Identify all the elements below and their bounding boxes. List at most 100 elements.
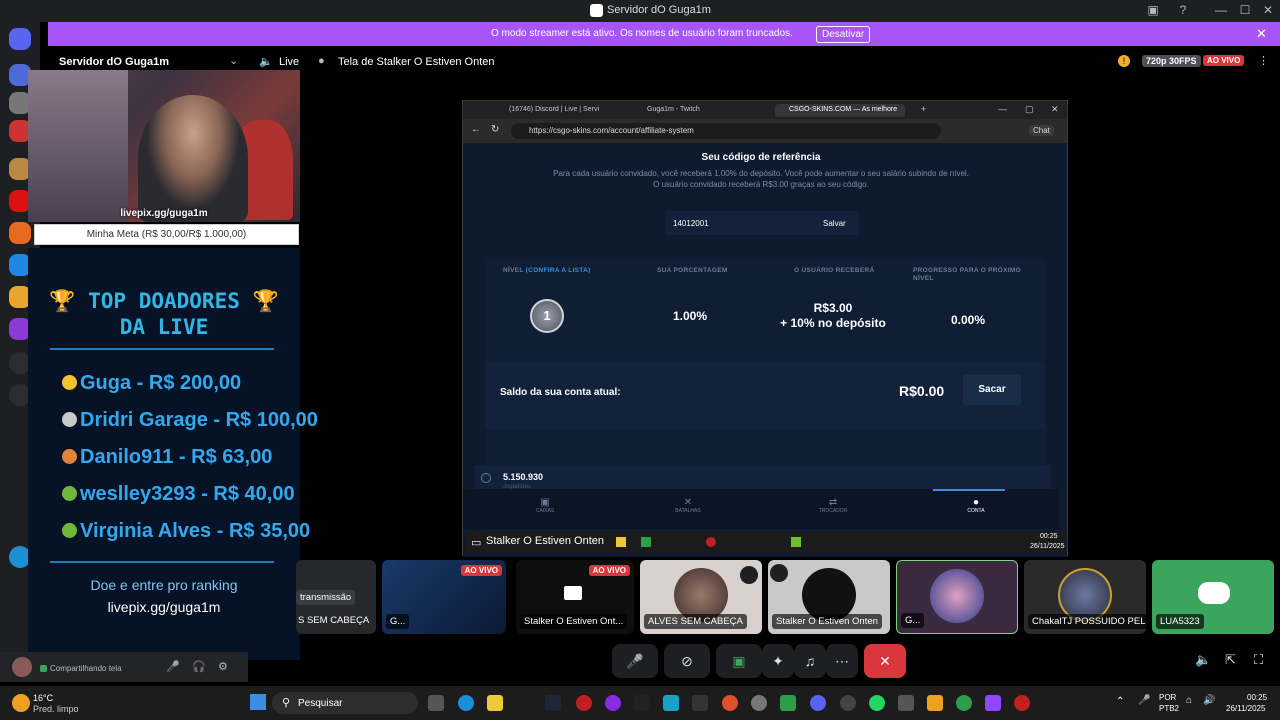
disconnect-button[interactable]: ✕ — [864, 644, 906, 678]
save-button[interactable]: Salvar — [823, 219, 846, 228]
participant-tile[interactable]: transmissão S SEM CABEÇA — [296, 560, 376, 634]
mic-tray-icon[interactable]: 🎤 — [1138, 695, 1150, 706]
activities-button[interactable]: ✦ — [762, 644, 794, 678]
app-icon[interactable] — [898, 695, 914, 711]
window-titlebar: Servidor dO Guga1m ▣ ? — ☐ ✕ — [0, 0, 1280, 22]
window-title: Servidor dO Guga1m — [607, 4, 711, 16]
app-icon[interactable] — [576, 695, 592, 711]
soundboard-button[interactable]: ♫ — [794, 644, 826, 678]
back-icon[interactable]: ← — [471, 124, 481, 135]
refresh-icon[interactable]: ↻ — [491, 124, 499, 135]
participant-tile[interactable]: AO VIVO G... — [382, 560, 506, 634]
withdraw-button[interactable]: Sacar — [963, 375, 1021, 405]
shared-clock-time: 00:25 — [1040, 533, 1058, 540]
chevron-down-icon[interactable]: ⌄ — [229, 54, 238, 67]
top-donors-panel: 🏆 TOP DOADORES 🏆 DA LIVE Guga - R$ 200,0… — [28, 248, 318, 660]
channel-name: Live — [279, 56, 300, 68]
mic-button[interactable]: 🎤 — [612, 644, 658, 678]
edge-icon[interactable] — [458, 695, 474, 711]
referral-code-input[interactable]: 14012001 — [673, 219, 709, 228]
app-icon — [641, 537, 651, 547]
new-tab-icon[interactable]: + — [921, 104, 926, 114]
chevron-down-icon[interactable] — [740, 566, 758, 584]
start-icon[interactable] — [250, 694, 266, 710]
app-icon[interactable] — [1014, 695, 1030, 711]
disable-streamer-button[interactable]: Desativar — [816, 26, 871, 43]
discord-home-icon[interactable] — [9, 28, 31, 50]
epic-games-icon[interactable] — [692, 695, 708, 711]
participant-tile[interactable]: G... — [896, 560, 1018, 634]
participant-tile[interactable]: ALVES SEM CABEÇA — [640, 560, 762, 634]
network-icon[interactable]: ⌂ — [1186, 695, 1192, 706]
screen-share-icon — [564, 586, 582, 600]
swap-icon: ⇄ — [828, 497, 838, 508]
nav-trader[interactable]: ⇄ TROCADOR — [813, 497, 853, 514]
members-icon[interactable]: ⋮ — [1258, 54, 1269, 67]
close-icon[interactable]: ✕ — [1051, 104, 1059, 115]
server-name[interactable]: Servidor dO Guga1m — [59, 56, 169, 68]
maximize-button[interactable]: ☐ — [1235, 3, 1255, 17]
steam-icon[interactable] — [545, 695, 561, 711]
nav-cases[interactable]: ▣ CAIXAS — [525, 497, 565, 514]
app-icon[interactable] — [722, 695, 738, 711]
keyboard-layout[interactable]: PTB2 — [1159, 704, 1179, 713]
participant-name: G... — [901, 613, 925, 628]
add-user-icon[interactable] — [770, 564, 788, 582]
volume-icon[interactable]: 🔈 — [1195, 652, 1211, 668]
screen-share-button[interactable]: ▣ — [716, 644, 762, 678]
tab-twitch[interactable]: Guga1m - Twitch — [633, 104, 755, 117]
minimize-icon[interactable]: — — [998, 104, 1007, 114]
help-icon[interactable]: ? — [1173, 3, 1193, 17]
more-button[interactable]: ⋯ — [826, 644, 858, 678]
col-percent: SUA PORCENTAGEM — [657, 267, 728, 274]
maximize-icon[interactable]: ▢ — [1025, 104, 1034, 115]
app-icon[interactable] — [927, 695, 943, 711]
server-icon[interactable] — [9, 222, 31, 244]
discord-icon[interactable] — [810, 695, 826, 711]
webcam-feed: livepix.gg/guga1m — [28, 70, 300, 222]
explorer-icon[interactable] — [487, 695, 503, 711]
popout-icon[interactable]: ⇱ — [1225, 652, 1236, 668]
close-icon[interactable]: ✕ — [1256, 26, 1267, 42]
whatsapp-icon[interactable] — [869, 695, 885, 711]
gear-icon[interactable]: ⚙ — [218, 660, 228, 673]
search-icon: ⚲ — [282, 697, 291, 709]
search-box[interactable]: ⚲ Pesquisar — [272, 692, 418, 714]
inbox-icon[interactable]: ▣ — [1143, 3, 1163, 17]
user-panel: Compartilhando tela 🎤 🎧 ⚙ — [0, 652, 248, 682]
participant-tile[interactable]: Stalker O Estiven Onten — [768, 560, 890, 634]
copilot-chat-button[interactable]: Chat — [1029, 125, 1054, 136]
participant-tile[interactable]: AO VIVO Stalker O Estiven Ont... — [516, 560, 634, 634]
nav-account[interactable]: ● CONTA — [956, 497, 996, 514]
avatar[interactable] — [12, 657, 32, 677]
close-button[interactable]: ✕ — [1258, 3, 1278, 17]
fullscreen-icon[interactable]: ⛶ — [1254, 652, 1263, 668]
amazon-icon[interactable] — [634, 695, 650, 711]
participant-tile[interactable]: ChakalTJ POSSUIDO PEL... — [1024, 560, 1146, 634]
chrome-icon[interactable] — [840, 695, 856, 711]
app-icon[interactable] — [780, 695, 796, 711]
volume-icon[interactable]: 🔊 — [1203, 695, 1215, 706]
tray-chevron-icon[interactable]: ⌃ — [1116, 696, 1124, 707]
headphones-icon[interactable]: 🎧 — [192, 660, 206, 673]
tab-csgo-skins[interactable]: CSGO-SKINS.COM — As melhore — [775, 104, 905, 117]
participant-tile[interactable]: LUA5323 — [1152, 560, 1274, 634]
clock-date[interactable]: 26/11/2025 — [1226, 704, 1265, 713]
app-icon[interactable] — [985, 695, 1001, 711]
minimize-button[interactable]: — — [1211, 3, 1231, 17]
app-icon[interactable] — [956, 695, 972, 711]
tab-discord[interactable]: (16746) Discord | Live | Servi — [495, 104, 613, 117]
app-icon[interactable] — [605, 695, 621, 711]
task-view-icon[interactable] — [428, 695, 444, 711]
warning-icon[interactable]: ! — [1118, 55, 1130, 67]
language-code[interactable]: POR — [1159, 693, 1176, 702]
nav-battles[interactable]: ✕ BATALHAS — [668, 497, 708, 514]
participant-name: ChakalTJ POSSUIDO PEL... — [1028, 614, 1146, 629]
obs-icon[interactable] — [751, 695, 767, 711]
camera-off-button[interactable]: ⊘ — [664, 644, 710, 678]
mic-icon[interactable]: 🎤 — [166, 660, 180, 673]
weather-icon[interactable] — [12, 694, 30, 712]
app-icon[interactable] — [663, 695, 679, 711]
url-field[interactable]: https://csgo-skins.com/account/affiliate… — [511, 123, 941, 139]
clock-time[interactable]: 00:25 — [1247, 693, 1267, 702]
